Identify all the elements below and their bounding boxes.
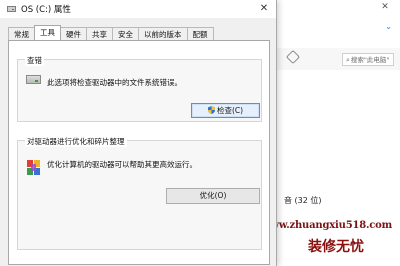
- search-icon: ⌕: [346, 56, 350, 64]
- close-icon[interactable]: ✕: [256, 2, 272, 16]
- tab-bar: 常规 工具 硬件 共享 安全 以前的版本 配额: [8, 25, 214, 41]
- watermark-url: www.zhuangxiu518.com: [262, 220, 392, 231]
- drive-icon: [7, 6, 16, 12]
- optimize-title: 对驱动器进行优化和碎片整理: [25, 136, 127, 147]
- tab-hardware[interactable]: 硬件: [60, 27, 87, 40]
- title-bar: OS (C:) 属性 ✕: [0, 0, 276, 18]
- drive-icon: [26, 75, 41, 84]
- check-button-label: 检查(C): [216, 106, 244, 115]
- tab-previous-versions[interactable]: 以前的版本: [138, 27, 188, 40]
- search-input[interactable]: ⌕搜索"此电脑": [342, 53, 394, 66]
- check-button[interactable]: 检查(C): [191, 103, 260, 118]
- error-check-title: 查错: [25, 55, 44, 66]
- tab-quota[interactable]: 配额: [186, 27, 214, 40]
- shield-icon: [207, 106, 215, 114]
- properties-dialog: OS (C:) 属性 ✕ 常规 工具 硬件 共享 安全 以前的版本 配额 查错 …: [0, 0, 277, 266]
- watermark-name: 装修无忧: [308, 239, 364, 255]
- explorer-close-icon[interactable]: ✕: [370, 0, 400, 14]
- tab-tools[interactable]: 工具: [34, 25, 61, 40]
- storage-label: 音 (32 位): [284, 196, 322, 205]
- tab-security[interactable]: 安全: [112, 27, 139, 40]
- error-check-description: 此选项将检查驱动器中的文件系统错误。: [47, 78, 182, 87]
- tab-sharing[interactable]: 共享: [86, 27, 113, 40]
- optimize-button[interactable]: 优化(O): [166, 188, 260, 204]
- dialog-title: OS (C:) 属性: [21, 5, 71, 15]
- optimize-description: 优化计算机的驱动器可以帮助其更高效运行。: [47, 160, 197, 169]
- tab-general[interactable]: 常规: [8, 27, 35, 40]
- defrag-icon: [27, 160, 40, 175]
- tools-panel: 查错 此选项将检查驱动器中的文件系统错误。 检查(C) 对驱动器进行优化和碎片整…: [8, 40, 270, 265]
- chevron-down-icon[interactable]: ⌄: [385, 22, 392, 31]
- search-placeholder: 搜索"此电脑": [350, 56, 390, 64]
